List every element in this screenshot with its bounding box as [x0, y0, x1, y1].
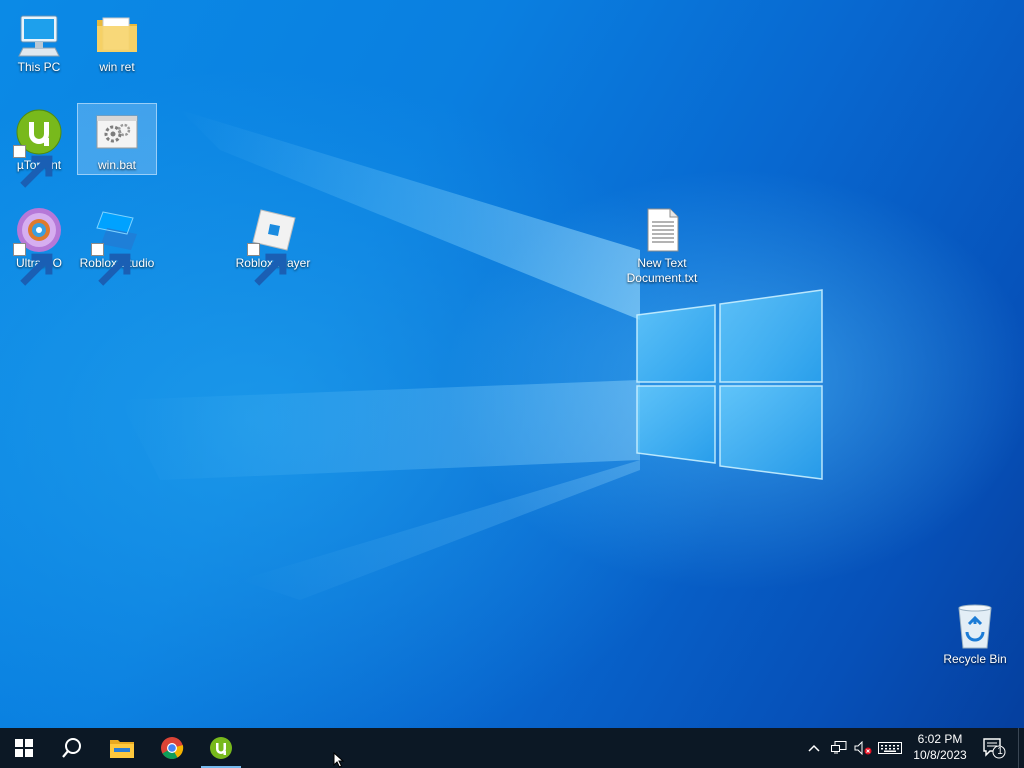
- icon-label: win ret: [99, 60, 135, 74]
- recycle-bin-icon: [951, 602, 999, 650]
- show-desktop-button[interactable]: [1018, 728, 1024, 768]
- folder-icon: [93, 10, 141, 58]
- utorrent-icon: [13, 108, 63, 188]
- desktop-icon-roblox-player[interactable]: Roblox Player: [234, 202, 312, 286]
- desktop-icon-recycle-bin[interactable]: Recycle Bin: [936, 598, 1014, 667]
- batch-file-icon: [93, 108, 141, 156]
- taskbar-clock[interactable]: 6:02 PM 10/8/2023: [906, 728, 974, 768]
- network-icon: [831, 741, 847, 754]
- shortcut-arrow-icon: [13, 145, 53, 188]
- notification-count: 1: [997, 746, 1003, 757]
- chrome-icon: [161, 737, 184, 759]
- chevron-up-icon: [808, 744, 820, 752]
- keyboard-icon: [878, 742, 902, 754]
- roblox-studio-icon: [91, 206, 141, 286]
- utorrent-icon: [210, 737, 232, 759]
- icon-label: Recycle Bin: [943, 652, 1007, 666]
- desktop[interactable]: This PC win ret µTorrent win.bat UltraIS…: [0, 0, 1024, 728]
- desktop-icon-this-pc[interactable]: This PC: [0, 6, 78, 75]
- shortcut-arrow-icon: [13, 243, 53, 286]
- desktop-icon-utorrent[interactable]: µTorrent: [0, 104, 78, 188]
- volume-tray-button[interactable]: [852, 728, 874, 768]
- text-document-icon: [638, 206, 686, 254]
- clock-time: 6:02 PM: [917, 732, 963, 746]
- windows-start-icon: [15, 739, 33, 757]
- show-hidden-icons-button[interactable]: [804, 728, 824, 768]
- icon-label: win.bat: [97, 158, 137, 172]
- clock-date: 10/8/2023: [913, 748, 967, 762]
- action-center-button[interactable]: 1: [978, 728, 1010, 768]
- network-tray-button[interactable]: [828, 728, 850, 768]
- touch-keyboard-button[interactable]: [876, 728, 904, 768]
- search-icon: [62, 738, 81, 758]
- this-pc-icon: [15, 10, 63, 58]
- desktop-icon-win-bat[interactable]: win.bat: [77, 103, 157, 175]
- desktop-icon-ultraiso[interactable]: UltraISO: [0, 202, 78, 286]
- taskbar-google-chrome[interactable]: [148, 728, 196, 768]
- shortcut-arrow-icon: [91, 243, 131, 286]
- mouse-cursor-icon: [333, 752, 345, 768]
- taskbar-utorrent[interactable]: [197, 728, 245, 768]
- taskbar-file-explorer[interactable]: [98, 728, 146, 768]
- search-button[interactable]: [48, 728, 96, 768]
- start-button[interactable]: [0, 728, 48, 768]
- ultraiso-icon: [13, 206, 63, 286]
- roblox-player-icon: [247, 206, 297, 286]
- icon-label: This PC: [17, 60, 61, 74]
- icon-label: New Text Document.txt: [626, 256, 698, 285]
- shortcut-arrow-icon: [247, 243, 287, 286]
- taskbar: 6:02 PM 10/8/2023 1: [0, 728, 1024, 768]
- desktop-icon-win-ret[interactable]: win ret: [78, 6, 156, 75]
- desktop-icon-roblox-studio[interactable]: Roblox Studio: [78, 202, 156, 286]
- desktop-icon-new-text-document[interactable]: New Text Document.txt: [619, 202, 705, 286]
- volume-muted-icon: [854, 741, 872, 755]
- folder-icon: [110, 740, 134, 758]
